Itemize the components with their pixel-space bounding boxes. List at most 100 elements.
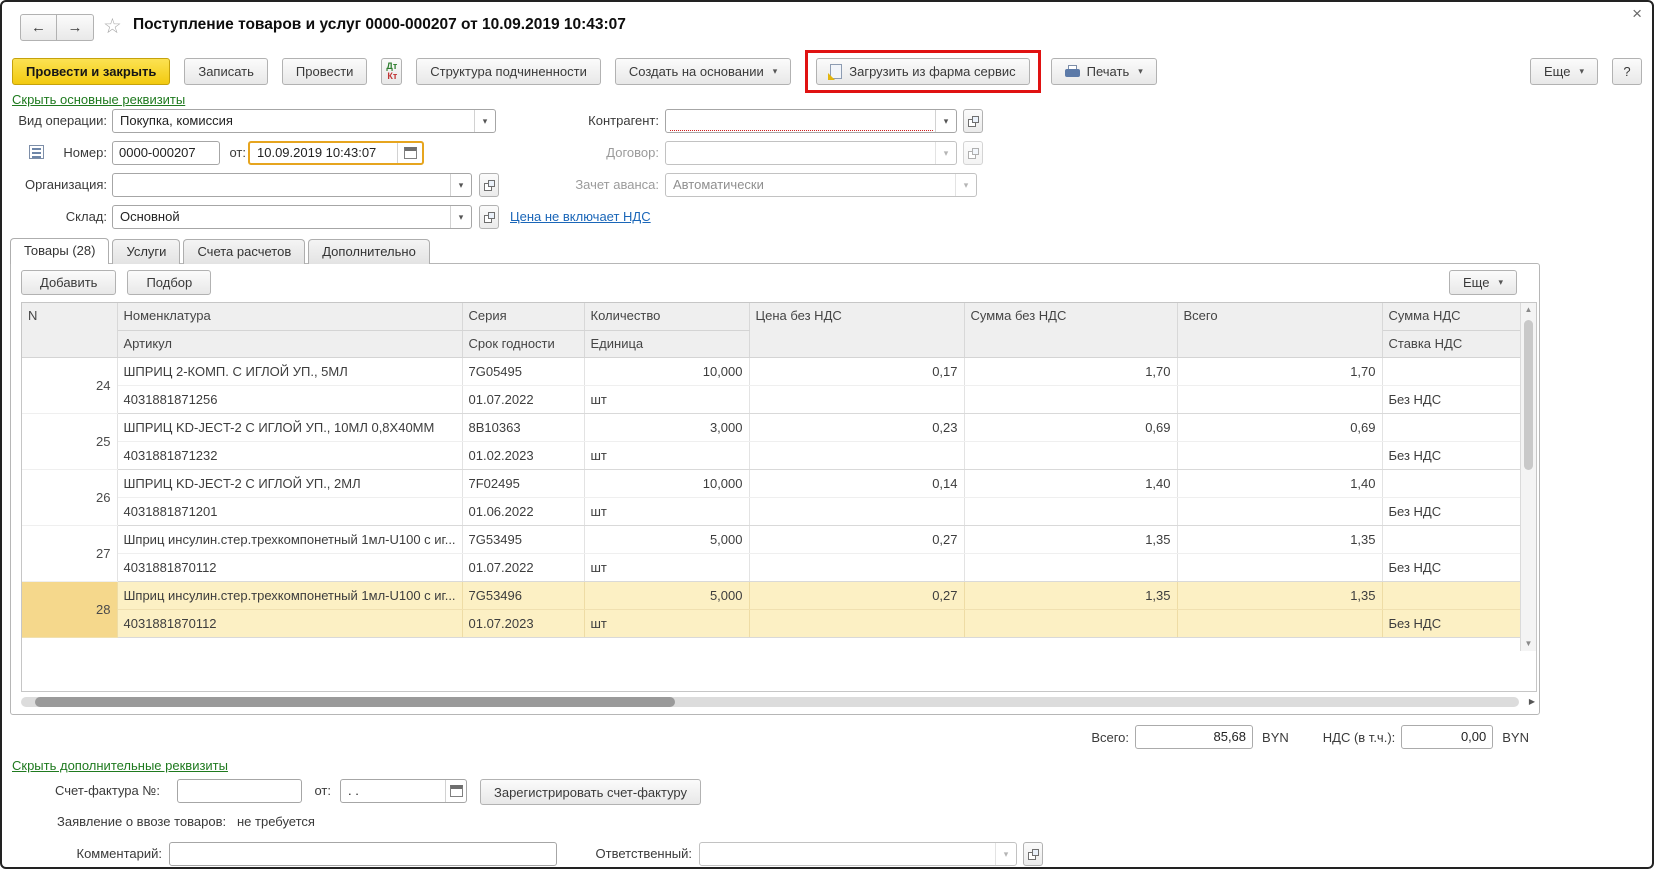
add-row-button[interactable]: Добавить — [21, 270, 116, 295]
more-button[interactable]: Еще ▾ — [1530, 58, 1598, 85]
series-cell[interactable]: 7G53495 — [462, 525, 584, 553]
operation-type-field[interactable]: Покупка, комиссия ▾ — [112, 109, 496, 133]
write-button[interactable]: Записать — [184, 58, 268, 85]
responsible-open-button[interactable] — [1023, 842, 1043, 866]
invoice-date-input[interactable]: . . — [340, 779, 467, 803]
total-empty-cell[interactable] — [1177, 553, 1382, 581]
total-empty-cell[interactable] — [1177, 609, 1382, 637]
price-empty-cell[interactable] — [749, 497, 964, 525]
nomenclature-cell[interactable]: Шприц инсулин.стер.трехкомпонетный 1мл-U… — [117, 525, 462, 553]
series-cell[interactable]: 7G05495 — [462, 357, 584, 385]
chevron-down-icon[interactable]: ▾ — [935, 110, 956, 132]
post-button[interactable]: Провести — [282, 58, 368, 85]
vat-sum-cell[interactable] — [1382, 469, 1520, 497]
unit-cell[interactable]: шт — [584, 385, 749, 413]
quantity-cell[interactable]: 10,000 — [584, 469, 749, 497]
tab-goods[interactable]: Товары (28) — [10, 238, 109, 264]
sum-cell[interactable]: 1,35 — [964, 525, 1177, 553]
sum-empty-cell[interactable] — [964, 385, 1177, 413]
series-cell[interactable]: 7F02495 — [462, 469, 584, 497]
contract-open-button[interactable] — [963, 141, 983, 165]
row-number-cell[interactable]: 24 — [22, 357, 117, 413]
sum-cell[interactable]: 0,69 — [964, 413, 1177, 441]
total-cell[interactable]: 0,69 — [1177, 413, 1382, 441]
counterparty-open-button[interactable] — [963, 109, 983, 133]
expiry-cell[interactable]: 01.07.2022 — [462, 553, 584, 581]
expiry-cell[interactable]: 01.06.2022 — [462, 497, 584, 525]
unit-cell[interactable]: шт — [584, 497, 749, 525]
price-cell[interactable]: 0,14 — [749, 469, 964, 497]
price-empty-cell[interactable] — [749, 385, 964, 413]
sum-empty-cell[interactable] — [964, 609, 1177, 637]
article-cell[interactable]: 4031881871256 — [117, 385, 462, 413]
total-cell[interactable]: 1,35 — [1177, 525, 1382, 553]
invoice-number-input[interactable] — [177, 779, 302, 803]
contract-field[interactable]: ▾ — [665, 141, 957, 165]
quantity-cell[interactable]: 10,000 — [584, 357, 749, 385]
table-row[interactable]: 25ШПРИЦ KD-JECT-2 С ИГЛОЙ УП., 10МЛ 0,8Х… — [22, 413, 1520, 441]
vat-rate-cell[interactable]: Без НДС — [1382, 609, 1520, 637]
sum-cell[interactable]: 1,70 — [964, 357, 1177, 385]
unit-cell[interactable]: шт — [584, 609, 749, 637]
organization-field[interactable]: ▾ — [112, 173, 472, 197]
table-row-line2[interactable]: 403188187125601.07.2022штБез НДС — [22, 385, 1520, 413]
table-row-line2[interactable]: 403188187011201.07.2022штБез НДС — [22, 553, 1520, 581]
vat-sum-cell[interactable] — [1382, 413, 1520, 441]
close-icon[interactable]: × — [1632, 4, 1642, 24]
series-cell[interactable]: 7G53496 — [462, 581, 584, 609]
scroll-up-icon[interactable]: ▲ — [1521, 303, 1536, 317]
expiry-cell[interactable]: 01.07.2022 — [462, 385, 584, 413]
pick-button[interactable]: Подбор — [127, 270, 211, 295]
total-input[interactable]: 85,68 — [1135, 725, 1253, 749]
back-icon[interactable]: ← — [20, 14, 57, 41]
print-button[interactable]: Печать ▾ — [1051, 58, 1157, 85]
price-empty-cell[interactable] — [749, 553, 964, 581]
vat-sum-cell[interactable] — [1382, 525, 1520, 553]
col-header-quantity[interactable]: Количество — [584, 303, 749, 330]
load-from-pharma-service-button[interactable]: Загрузить из фарма сервис — [816, 58, 1029, 85]
total-cell[interactable]: 1,40 — [1177, 469, 1382, 497]
number-input[interactable]: 0000-000207 — [112, 141, 220, 165]
article-cell[interactable]: 4031881870112 — [117, 609, 462, 637]
favorite-star-icon[interactable]: ☆ — [103, 14, 122, 39]
row-number-cell[interactable]: 25 — [22, 413, 117, 469]
table-row[interactable]: 26ШПРИЦ KD-JECT-2 С ИГЛОЙ УП., 2МЛ7F0249… — [22, 469, 1520, 497]
total-cell[interactable]: 1,35 — [1177, 581, 1382, 609]
col-header-expiry[interactable]: Срок годности — [462, 330, 584, 357]
tab-settlement-accounts[interactable]: Счета расчетов — [183, 239, 305, 264]
col-header-n[interactable]: N — [22, 303, 117, 357]
col-header-total[interactable]: Всего — [1177, 303, 1382, 357]
chevron-down-icon[interactable]: ▾ — [474, 110, 495, 132]
chevron-down-icon[interactable]: ▾ — [935, 142, 956, 164]
row-number-cell[interactable]: 28 — [22, 581, 117, 637]
document-list-icon[interactable] — [29, 145, 44, 159]
chevron-down-icon[interactable]: ▾ — [955, 174, 976, 196]
sum-empty-cell[interactable] — [964, 553, 1177, 581]
table-row[interactable]: 24ШПРИЦ 2-КОМП. С ИГЛОЙ УП., 5МЛ7G054951… — [22, 357, 1520, 385]
horizontal-scrollbar[interactable]: ▶ — [21, 696, 1537, 708]
quantity-cell[interactable]: 5,000 — [584, 581, 749, 609]
help-button[interactable]: ? — [1612, 58, 1642, 85]
sum-empty-cell[interactable] — [964, 441, 1177, 469]
table-row-line2[interactable]: 403188187123201.02.2023штБез НДС — [22, 441, 1520, 469]
calendar-icon[interactable] — [445, 780, 466, 802]
dtkt-postings-button[interactable]: Дт Кт — [381, 58, 402, 85]
vertical-scrollbar[interactable]: ▲ ▼ — [1520, 303, 1536, 651]
vat-rate-cell[interactable]: Без НДС — [1382, 553, 1520, 581]
col-header-vat-sum[interactable]: Сумма НДС — [1382, 303, 1520, 330]
tab-additional[interactable]: Дополнительно — [308, 239, 430, 264]
chevron-down-icon[interactable]: ▾ — [995, 843, 1016, 865]
nomenclature-cell[interactable]: Шприц инсулин.стер.трехкомпонетный 1мл-U… — [117, 581, 462, 609]
total-empty-cell[interactable] — [1177, 441, 1382, 469]
col-header-nomenclature[interactable]: Номенклатура — [117, 303, 462, 330]
nomenclature-cell[interactable]: ШПРИЦ 2-КОМП. С ИГЛОЙ УП., 5МЛ — [117, 357, 462, 385]
price-cell[interactable]: 0,17 — [749, 357, 964, 385]
nomenclature-cell[interactable]: ШПРИЦ KD-JECT-2 С ИГЛОЙ УП., 2МЛ — [117, 469, 462, 497]
col-header-series[interactable]: Серия — [462, 303, 584, 330]
price-cell[interactable]: 0,27 — [749, 581, 964, 609]
table-row-line2[interactable]: 403188187011201.07.2023штБез НДС — [22, 609, 1520, 637]
post-and-close-button[interactable]: Провести и закрыть — [12, 58, 170, 85]
total-empty-cell[interactable] — [1177, 497, 1382, 525]
row-number-cell[interactable]: 26 — [22, 469, 117, 525]
subordination-structure-button[interactable]: Структура подчиненности — [416, 58, 601, 85]
